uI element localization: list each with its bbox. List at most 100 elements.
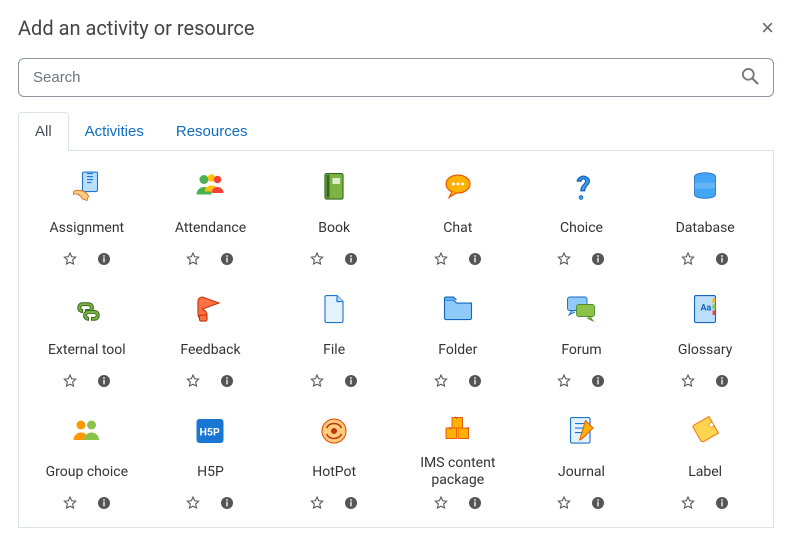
assignment-icon [67, 169, 107, 205]
activity-forum[interactable]: Forum [522, 285, 642, 401]
add-activity-modal: Add an activity or resource × AllActivit… [0, 0, 792, 544]
search-container [18, 58, 774, 97]
star-button[interactable] [554, 371, 574, 391]
star-button[interactable] [678, 371, 698, 391]
activity-label: Glossary [678, 333, 732, 367]
attendance-icon [190, 169, 230, 205]
star-button[interactable] [183, 493, 203, 513]
star-button[interactable] [60, 371, 80, 391]
activity-feedback[interactable]: Feedback [151, 285, 271, 401]
tab-activities[interactable]: Activities [69, 112, 160, 151]
glossary-icon [685, 291, 725, 327]
info-button[interactable] [217, 493, 237, 513]
info-button[interactable] [712, 371, 732, 391]
star-button[interactable] [60, 249, 80, 269]
activity-actions [431, 493, 485, 513]
info-button[interactable] [588, 249, 608, 269]
activity-actions [554, 249, 608, 269]
search-input[interactable] [18, 58, 774, 97]
modal-title: Add an activity or resource [18, 16, 254, 40]
info-button[interactable] [712, 493, 732, 513]
activity-actions [60, 249, 114, 269]
star-button[interactable] [431, 493, 451, 513]
star-button[interactable] [183, 371, 203, 391]
star-button[interactable] [678, 249, 698, 269]
star-button[interactable] [431, 249, 451, 269]
activity-ims-content[interactable]: IMS content package [398, 407, 518, 523]
activity-actions [431, 249, 485, 269]
activity-label: Book [318, 211, 350, 245]
modal-header: Add an activity or resource × [18, 16, 774, 40]
star-button[interactable] [554, 493, 574, 513]
star-button[interactable] [678, 493, 698, 513]
activity-actions [678, 371, 732, 391]
star-button[interactable] [307, 493, 327, 513]
info-button[interactable] [341, 371, 361, 391]
activity-chat[interactable]: Chat [398, 163, 518, 279]
external-tool-icon [67, 291, 107, 327]
label-icon [685, 413, 725, 449]
activity-folder[interactable]: Folder [398, 285, 518, 401]
activity-label: Attendance [175, 211, 246, 245]
info-button[interactable] [94, 493, 114, 513]
activity-label: Database [676, 211, 735, 245]
close-button[interactable]: × [761, 17, 774, 39]
info-button[interactable] [712, 249, 732, 269]
info-button[interactable] [217, 371, 237, 391]
activity-hotpot[interactable]: HotPot [274, 407, 394, 523]
info-button[interactable] [465, 249, 485, 269]
activity-label: HotPot [312, 455, 356, 489]
activity-file[interactable]: File [274, 285, 394, 401]
activity-label: Feedback [180, 333, 240, 367]
info-button[interactable] [341, 249, 361, 269]
activity-actions [554, 493, 608, 513]
activity-database[interactable]: Database [645, 163, 765, 279]
activity-panel: Assignment Attendance Book ChatChoice Databa… [18, 151, 774, 528]
activity-h5p[interactable]: H5P [151, 407, 271, 523]
hotpot-icon [314, 413, 354, 449]
activity-group-choice[interactable]: Group choice [27, 407, 147, 523]
activity-choice[interactable]: Choice [522, 163, 642, 279]
journal-icon [561, 413, 601, 449]
choice-icon [561, 169, 601, 205]
tab-resources[interactable]: Resources [160, 112, 264, 151]
activity-actions [60, 493, 114, 513]
star-button[interactable] [60, 493, 80, 513]
star-button[interactable] [431, 371, 451, 391]
activity-label: IMS content package [402, 455, 514, 489]
info-button[interactable] [465, 371, 485, 391]
star-button[interactable] [554, 249, 574, 269]
info-button[interactable] [94, 249, 114, 269]
ims-content-icon [438, 413, 478, 449]
activity-actions [554, 371, 608, 391]
activity-label: External tool [48, 333, 126, 367]
activity-external-tool[interactable]: External tool [27, 285, 147, 401]
activity-attendance[interactable]: Attendance [151, 163, 271, 279]
info-button[interactable] [217, 249, 237, 269]
activity-label: File [323, 333, 345, 367]
activity-assignment[interactable]: Assignment [27, 163, 147, 279]
activity-actions [183, 371, 237, 391]
h5p-icon [190, 413, 230, 449]
database-icon [685, 169, 725, 205]
activity-actions [307, 249, 361, 269]
info-button[interactable] [588, 371, 608, 391]
activity-label[interactable]: Label [645, 407, 765, 523]
star-button[interactable] [183, 249, 203, 269]
info-button[interactable] [341, 493, 361, 513]
activity-journal[interactable]: Journal [522, 407, 642, 523]
star-button[interactable] [307, 249, 327, 269]
info-button[interactable] [94, 371, 114, 391]
search-icon[interactable] [740, 66, 760, 90]
activity-label: H5P [197, 455, 224, 489]
info-button[interactable] [588, 493, 608, 513]
activity-actions [183, 249, 237, 269]
tab-all[interactable]: All [18, 112, 69, 151]
activity-actions [307, 371, 361, 391]
star-button[interactable] [307, 371, 327, 391]
info-button[interactable] [465, 493, 485, 513]
forum-icon [561, 291, 601, 327]
activity-book[interactable]: Book [274, 163, 394, 279]
activity-glossary[interactable]: Glossary [645, 285, 765, 401]
activity-actions [678, 249, 732, 269]
